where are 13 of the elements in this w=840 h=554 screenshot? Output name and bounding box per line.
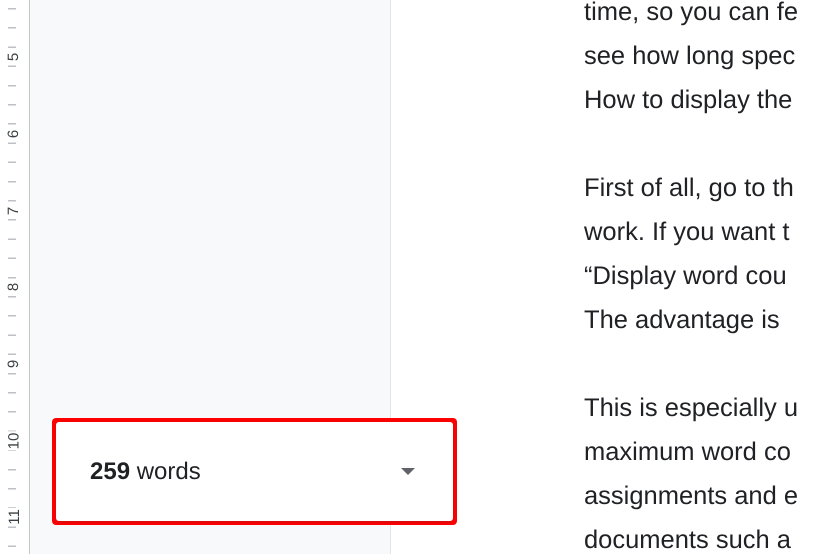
document-text-line: “Display word cou <box>584 261 787 292</box>
document-text-line: work. If you want t <box>584 217 790 248</box>
document-text-line: see how long spec <box>584 41 796 72</box>
document-text-line: assignments and e <box>584 481 798 512</box>
document-text-line: maximum word co <box>584 437 791 468</box>
document-text-line: time, so you can fe <box>584 0 798 28</box>
word-count-button[interactable]: 259 words <box>56 422 453 521</box>
document-text-line: How to display the <box>584 85 792 116</box>
caret-icon <box>401 468 415 475</box>
document-text-line: documents such a <box>584 525 791 554</box>
document-text-line: First of all, go to th <box>584 173 794 204</box>
document-text-line: The advantage is <box>584 305 780 336</box>
document-text-line: This is especially u <box>584 393 798 424</box>
